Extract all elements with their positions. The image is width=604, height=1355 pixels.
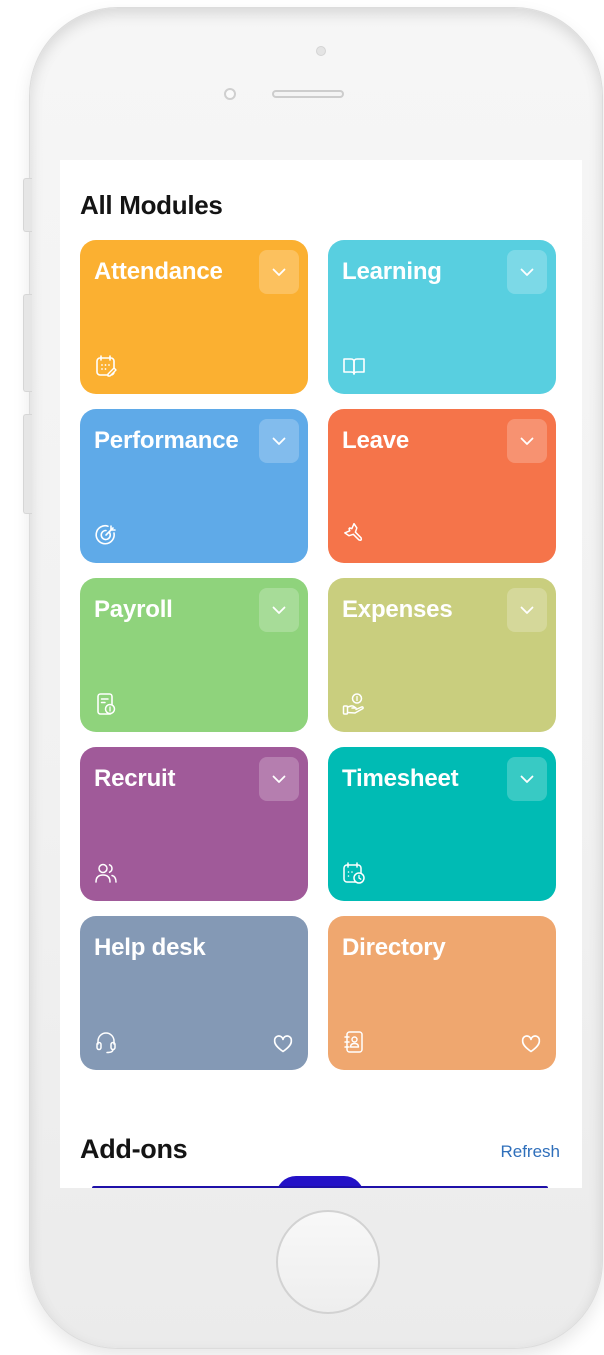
module-tile-recruit[interactable]: Recruit (80, 747, 308, 901)
chevron-down-icon[interactable] (259, 588, 299, 632)
chevron-down-icon[interactable] (507, 588, 547, 632)
proximity-sensor (316, 46, 326, 56)
heart-outline-icon[interactable] (273, 1034, 293, 1054)
module-label: Payroll (94, 596, 173, 623)
module-label: Timesheet (342, 765, 459, 792)
module-tile-help-desk[interactable]: Help desk (80, 916, 308, 1070)
airplane-icon (344, 523, 363, 541)
hand-coin-icon (342, 693, 364, 715)
module-label: Recruit (94, 765, 176, 792)
all-modules-title: All Modules (80, 190, 223, 220)
module-tile-leave[interactable]: Leave (328, 409, 556, 563)
module-label: Performance (94, 427, 239, 454)
module-label: Leave (342, 427, 410, 454)
module-tile-learning[interactable]: Learning (328, 240, 556, 394)
headset-icon (96, 1032, 116, 1054)
volume-up-button (23, 294, 32, 392)
module-tile-timesheet[interactable]: Timesheet (328, 747, 556, 901)
volume-down-button (23, 414, 32, 514)
front-camera (224, 88, 236, 100)
module-tile-payroll[interactable]: Payroll (80, 578, 308, 732)
app-screen: All Modules Attendance Learning Performa… (60, 160, 582, 1188)
module-label: Directory (342, 934, 446, 961)
target-icon (95, 524, 116, 545)
home-button[interactable] (276, 1210, 380, 1314)
payslip-icon (97, 693, 116, 715)
add-ons-title: Add-ons (80, 1134, 188, 1164)
module-tile-attendance[interactable]: Attendance (80, 240, 308, 394)
module-tile-performance[interactable]: Performance (80, 409, 308, 563)
chevron-down-icon[interactable] (507, 250, 547, 294)
chevron-down-icon[interactable] (507, 419, 547, 463)
module-tile-directory[interactable]: Directory (328, 916, 556, 1070)
module-label: Learning (342, 258, 442, 285)
module-label: Attendance (94, 258, 223, 285)
module-tile-expenses[interactable]: Expenses (328, 578, 556, 732)
open-book-icon (343, 358, 365, 375)
earpiece-speaker (272, 90, 344, 98)
chevron-down-icon[interactable] (507, 757, 547, 801)
users-icon (95, 863, 117, 883)
module-label: Expenses (342, 596, 453, 623)
add-on-card[interactable] (92, 1186, 548, 1188)
chevron-down-icon[interactable] (259, 419, 299, 463)
refresh-link[interactable]: Refresh (500, 1142, 560, 1162)
mute-switch (23, 178, 32, 232)
calendar-clock-icon (343, 862, 365, 884)
heart-outline-icon[interactable] (521, 1034, 541, 1054)
chevron-down-icon[interactable] (259, 250, 299, 294)
module-label: Help desk (94, 934, 206, 961)
calendar-edit-icon (96, 355, 117, 377)
contact-book-icon (344, 1031, 363, 1053)
chevron-down-icon[interactable] (259, 757, 299, 801)
